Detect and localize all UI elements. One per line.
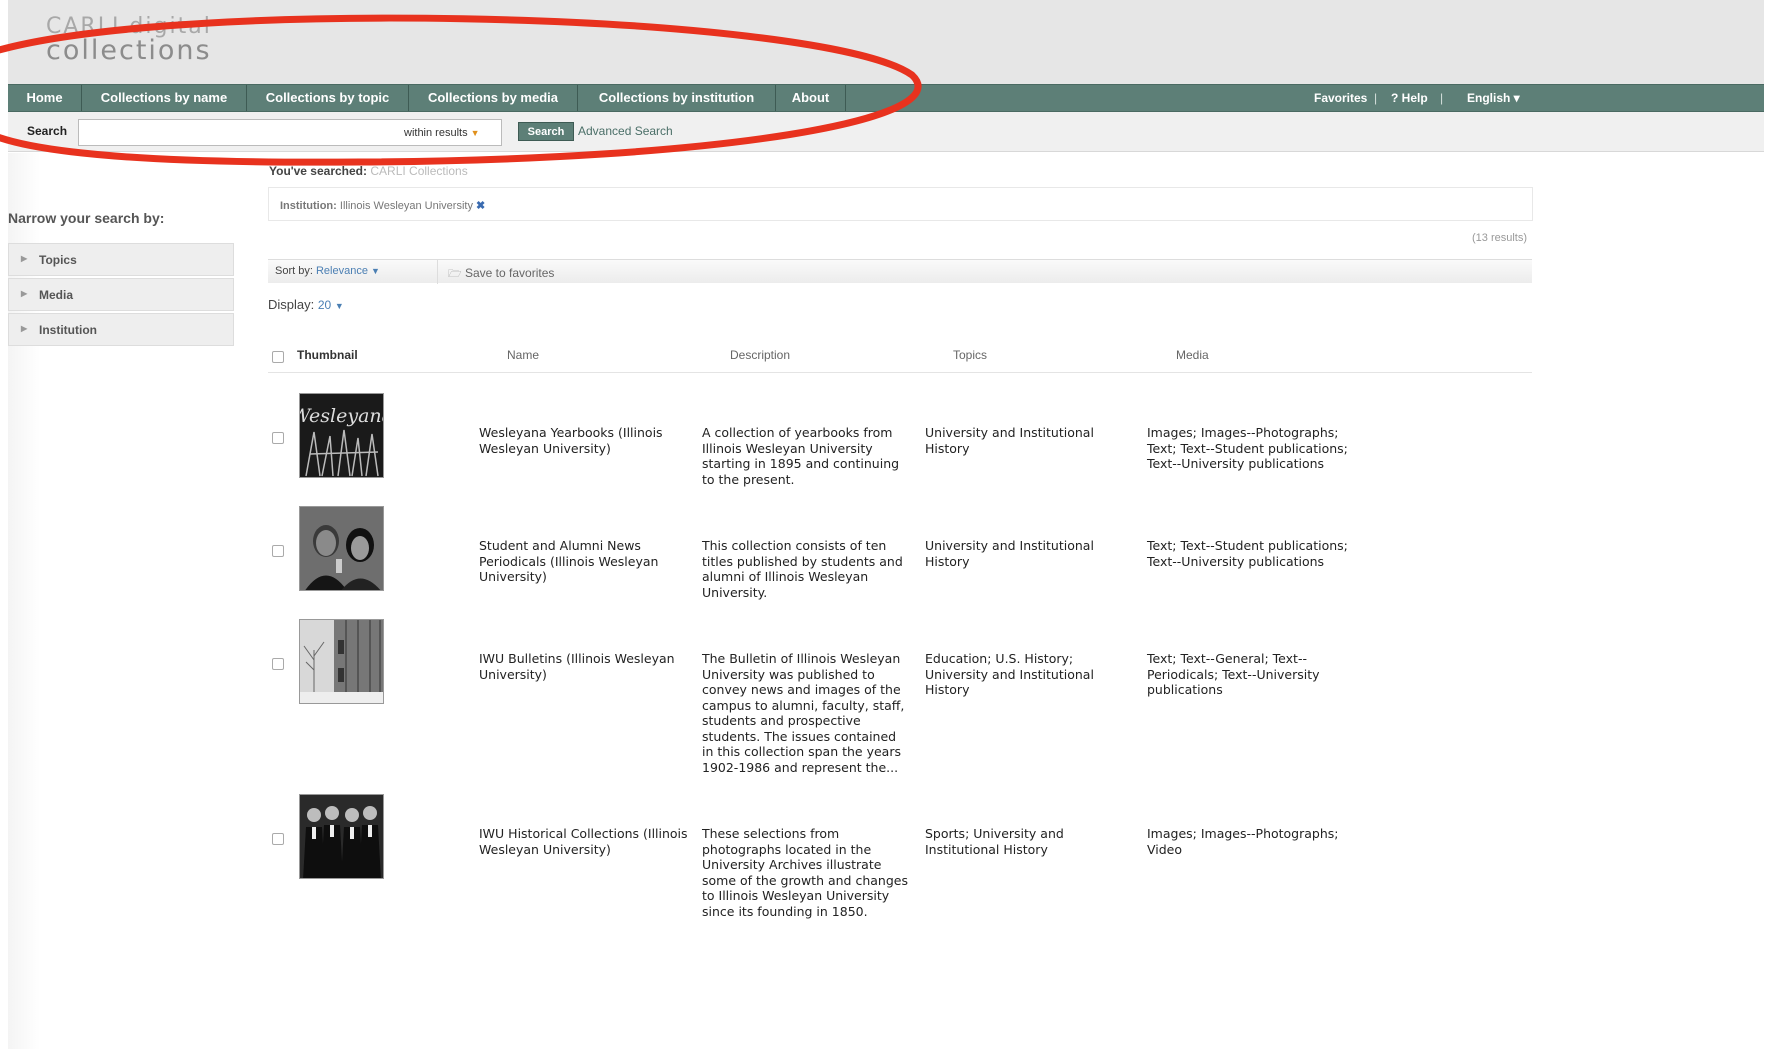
collection-name-link[interactable]: IWU Bulletins (Illinois Wesleyan Univers… (479, 651, 689, 682)
header-divider (268, 372, 1532, 373)
results-count: (13 results) (1472, 232, 1528, 244)
folder-icon: 🗁 (448, 268, 462, 280)
thumbnail-image[interactable] (299, 619, 384, 704)
nav-collections-by-topic[interactable]: Collections by topic (247, 85, 409, 111)
logo-line-2: collections (46, 35, 212, 66)
help-link[interactable]: ? Help (1391, 85, 1428, 111)
nav-separator: | (1374, 91, 1378, 105)
toolbar-divider (437, 260, 438, 284)
caret-down-icon: ▼ (470, 128, 480, 138)
column-header-topics[interactable]: Topics (953, 348, 987, 362)
collection-name-link[interactable]: IWU Historical Collections (Illinois Wes… (479, 826, 689, 857)
caret-down-icon: ▼ (371, 266, 380, 276)
within-results-dropdown[interactable]: within results ▼ (404, 127, 480, 139)
collection-media: Text; Text--General; Text--Periodicals; … (1147, 651, 1320, 697)
yearbook-cover-image: Wesleyana (300, 394, 384, 477)
collection-topics: University and Institutional History (925, 425, 1094, 456)
column-header-description[interactable]: Description (730, 348, 790, 362)
site-logo[interactable]: CARLI digital collections (46, 16, 212, 66)
filter-value: Illinois Wesleyan University (339, 200, 473, 212)
nav-about[interactable]: About (776, 85, 846, 111)
facet-topics[interactable]: ▶ Topics (8, 243, 234, 276)
search-button[interactable]: Search (518, 122, 574, 141)
advanced-search-link[interactable]: Advanced Search (578, 124, 673, 138)
facet-label: Institution (39, 323, 97, 337)
thumbnail-image[interactable] (299, 506, 384, 591)
collection-topics: Education; U.S. History; University and … (925, 651, 1094, 697)
facet-media[interactable]: ▶ Media (8, 278, 234, 311)
nav-collections-by-name[interactable]: Collections by name (82, 85, 247, 111)
save-to-favorites-button[interactable]: 🗁 Save to favorites (448, 265, 554, 284)
sort-toolbar: Sort by: Relevance ▼ 🗁 Save to favorites (268, 259, 1532, 284)
row-checkbox[interactable] (272, 545, 284, 557)
collection-topics: Sports; University and Institutional His… (925, 826, 1064, 857)
searched-value: CARLI Collections (370, 164, 468, 178)
within-results-label: within results (404, 127, 468, 139)
row-checkbox[interactable] (272, 833, 284, 845)
search-label: Search (27, 124, 68, 138)
filter-chip: Institution: Illinois Wesleyan Universit… (280, 199, 485, 212)
column-header-name[interactable]: Name (507, 348, 539, 362)
thumbnail-image[interactable]: Wesleyana (299, 393, 384, 478)
nav-collections-by-institution[interactable]: Collections by institution (578, 85, 776, 111)
portrait-photo-image (300, 507, 383, 590)
column-header-media[interactable]: Media (1176, 348, 1209, 362)
remove-filter-icon[interactable]: ✖ (476, 200, 485, 212)
sort-value: Relevance (315, 265, 368, 277)
language-select[interactable]: English ▾ (1467, 85, 1520, 111)
collection-description: The Bulletin of Illinois Wesleyan Univer… (702, 651, 905, 775)
expand-arrow-icon: ▶ (21, 254, 28, 263)
nav-home[interactable]: Home (8, 85, 82, 111)
expand-arrow-icon: ▶ (21, 289, 28, 298)
header: CARLI digital collections (8, 0, 1764, 84)
svg-text:Wesleyana: Wesleyana (300, 405, 384, 427)
row-checkbox[interactable] (272, 658, 284, 670)
display-value: 20 (317, 298, 332, 312)
caret-down-icon: ▼ (334, 301, 344, 311)
facet-label: Topics (39, 253, 77, 267)
filter-label: Institution: (280, 200, 337, 212)
sort-label: Sort by: (275, 265, 313, 277)
collection-description: A collection of yearbooks from Illinois … (702, 425, 900, 487)
collection-description: These selections from photographs locate… (702, 826, 908, 919)
column-header-thumbnail: Thumbnail (297, 348, 358, 362)
save-to-favorites-label: Save to favorites (464, 266, 555, 280)
display-count-dropdown[interactable]: Display: 20 ▼ (268, 297, 344, 312)
main-nav: Home Collections by name Collections by … (8, 84, 1764, 112)
building-photo-image (300, 620, 383, 703)
search-bar: Search within results ▼ Search Advanced … (8, 112, 1764, 152)
facet-label: Media (39, 288, 74, 302)
collection-name-link[interactable]: Wesleyana Yearbooks (Illinois Wesleyan U… (479, 425, 689, 456)
narrow-search-heading: Narrow your search by: (8, 210, 165, 226)
nav-collections-by-media[interactable]: Collections by media (409, 85, 578, 111)
thumbnail-image[interactable] (299, 794, 384, 879)
collection-media: Images; Images--Photographs; Text; Text-… (1147, 425, 1348, 471)
row-checkbox[interactable] (272, 432, 284, 444)
expand-arrow-icon: ▶ (21, 324, 28, 333)
favorites-link[interactable]: Favorites (1314, 85, 1367, 111)
collection-media: Images; Images--Photographs; Video (1147, 826, 1339, 857)
select-all-checkbox[interactable] (272, 351, 284, 363)
group-photo-image (300, 795, 383, 878)
nav-separator: | (1440, 91, 1444, 105)
searched-summary: You've searched: CARLI Collections (269, 164, 468, 178)
active-filters: Institution: Illinois Wesleyan Universit… (268, 187, 1533, 221)
sort-dropdown[interactable]: Sort by: Relevance ▼ (275, 265, 380, 277)
display-label: Display: (268, 297, 315, 312)
collection-media: Text; Text--Student publications; Text--… (1147, 538, 1348, 569)
collection-name-link[interactable]: Student and Alumni News Periodicals (Ill… (479, 538, 689, 585)
facet-institution[interactable]: ▶ Institution (8, 313, 234, 346)
collection-description: This collection consists of ten titles p… (702, 538, 903, 600)
searched-label: You've searched: (269, 164, 368, 178)
collection-topics: University and Institutional History (925, 538, 1094, 569)
